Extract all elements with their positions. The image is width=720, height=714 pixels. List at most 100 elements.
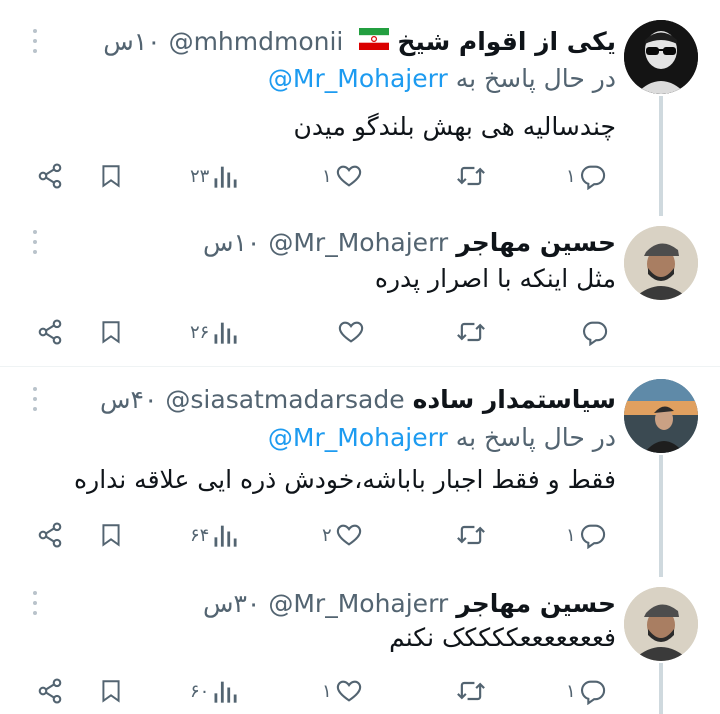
- share-button[interactable]: [36, 673, 64, 709]
- timestamp[interactable]: ۴۰س: [100, 385, 157, 414]
- heart-icon: [336, 524, 361, 546]
- bookmark-icon: [102, 165, 120, 188]
- tweet-header: سیاستمدار ساده @siasatmadarsade ۴۰س: [100, 383, 616, 415]
- bookmark-icon: [102, 321, 120, 344]
- tweet-text: چندسالیه هی بهش بلندگو میدن: [293, 112, 616, 141]
- share-button[interactable]: [36, 158, 64, 194]
- reply-icon: [580, 680, 605, 705]
- heart-icon: [336, 680, 361, 702]
- tweet-header: یکی از اقوام شیخ @mhmdmonii ۱۰س: [103, 25, 616, 57]
- like-button[interactable]: [334, 314, 366, 350]
- share-button[interactable]: [36, 314, 64, 350]
- timestamp[interactable]: ۱۰س: [103, 27, 160, 56]
- bookmark-button[interactable]: [98, 314, 124, 350]
- tweet-header: حسین مهاجر @Mr_Mohajerr ۱۰س: [203, 226, 616, 258]
- mention-link[interactable]: @Mr_Mohajerr: [268, 423, 448, 452]
- retweet-icon: [457, 322, 485, 342]
- views-count: ۶۴: [190, 524, 210, 546]
- views-icon: [214, 322, 237, 344]
- views-icon: [214, 525, 237, 547]
- retweet-button[interactable]: [455, 673, 487, 709]
- bookmark-icon: [102, 680, 120, 703]
- views-count: ۶۰: [190, 680, 210, 702]
- replies-count: ۱: [566, 524, 576, 546]
- tweet-actions: ۲۶: [0, 314, 640, 350]
- display-name[interactable]: حسین مهاجر: [456, 589, 616, 618]
- tweet-actions: ۶۴ ۲ ۱: [0, 517, 640, 553]
- retweet-button[interactable]: [455, 158, 487, 194]
- reply-button[interactable]: ۱: [566, 673, 608, 709]
- likes-count: ۱: [322, 165, 332, 187]
- tweet[interactable]: حسین مهاجر @Mr_Mohajerr ۱۰س مثل اینکه با…: [0, 210, 720, 366]
- user-handle[interactable]: @Mr_Mohajerr: [268, 589, 448, 618]
- more-options-icon[interactable]: [30, 26, 40, 56]
- avatar[interactable]: [624, 226, 698, 300]
- avatar[interactable]: [624, 379, 698, 453]
- tweet-text: فقط و فقط اجبار باباشه،خودش ذره ایی علاق…: [74, 465, 616, 494]
- bookmark-button[interactable]: [98, 517, 124, 553]
- reply-icon: [582, 321, 608, 346]
- like-button[interactable]: ۱: [322, 673, 364, 709]
- like-button[interactable]: ۲: [322, 517, 364, 553]
- thread-line: [659, 663, 663, 714]
- more-options-icon[interactable]: [30, 588, 40, 618]
- display-name[interactable]: حسین مهاجر: [456, 228, 616, 257]
- more-options-icon[interactable]: [30, 384, 40, 414]
- replying-to-label: در حال پاسخ به: [455, 64, 616, 93]
- timestamp[interactable]: ۳۰س: [203, 589, 260, 618]
- user-handle[interactable]: @mhmdmonii: [169, 27, 344, 56]
- mention-link[interactable]: @Mr_Mohajerr: [268, 64, 448, 93]
- replies-count: ۱: [566, 165, 576, 187]
- reply-button[interactable]: [578, 314, 610, 350]
- share-icon: [38, 522, 62, 548]
- tweet[interactable]: سیاستمدار ساده @siasatmadarsade ۴۰س در ح…: [0, 367, 720, 577]
- bookmark-button[interactable]: [98, 158, 124, 194]
- views-button[interactable]: ۲۶: [190, 314, 239, 350]
- tweet-actions: ۶۰ ۱ ۱: [0, 673, 640, 709]
- views-button[interactable]: ۶۴: [190, 517, 239, 553]
- retweet-button[interactable]: [455, 517, 487, 553]
- retweet-icon: [457, 525, 485, 545]
- reply-button[interactable]: ۱: [566, 158, 608, 194]
- tweet-actions: ۲۳ ۱ ۱: [0, 158, 640, 194]
- share-button[interactable]: [36, 517, 64, 553]
- thread-line: [659, 96, 663, 216]
- tweet-text: فعععععععککککک نکنم: [389, 623, 616, 652]
- avatar[interactable]: [624, 20, 698, 94]
- like-button[interactable]: ۱: [322, 158, 364, 194]
- tweet[interactable]: یکی از اقوام شیخ @mhmdmonii ۱۰س در حال پ…: [0, 0, 720, 216]
- replying-to: در حال پاسخ به @Mr_Mohajerr: [268, 423, 616, 452]
- reply-icon: [580, 165, 605, 190]
- reply-icon: [580, 524, 605, 549]
- tweet[interactable]: حسین مهاجر @Mr_Mohajerr ۳۰س فعععععععکککک…: [0, 573, 720, 714]
- tweet-header: حسین مهاجر @Mr_Mohajerr ۳۰س: [203, 587, 616, 619]
- display-name[interactable]: یکی از اقوام شیخ: [397, 27, 616, 56]
- share-icon: [38, 163, 62, 189]
- likes-count: ۱: [322, 680, 332, 702]
- timestamp[interactable]: ۱۰س: [203, 228, 260, 257]
- replying-to: در حال پاسخ به @Mr_Mohajerr: [268, 64, 616, 93]
- share-icon: [38, 678, 62, 704]
- retweet-button[interactable]: [455, 314, 487, 350]
- views-button[interactable]: ۶۰: [190, 673, 239, 709]
- views-button[interactable]: ۲۳: [190, 158, 239, 194]
- user-handle[interactable]: @siasatmadarsade: [165, 385, 404, 414]
- retweet-icon: [457, 681, 485, 701]
- display-name[interactable]: سیاستمدار ساده: [413, 385, 616, 414]
- avatar[interactable]: [624, 587, 698, 661]
- user-handle[interactable]: @Mr_Mohajerr: [268, 228, 448, 257]
- bookmark-icon: [102, 524, 120, 547]
- tweet-text: مثل اینکه با اصرار پدره: [374, 264, 616, 293]
- reply-button[interactable]: ۱: [566, 517, 608, 553]
- share-icon: [38, 319, 62, 345]
- views-count: ۲۳: [190, 165, 210, 187]
- replies-count: ۱: [566, 680, 576, 702]
- more-options-icon[interactable]: [30, 227, 40, 257]
- bookmark-button[interactable]: [98, 673, 124, 709]
- views-icon: [214, 166, 237, 188]
- thread-line: [659, 455, 663, 577]
- replying-to-label: در حال پاسخ به: [455, 423, 616, 452]
- retweet-icon: [457, 166, 485, 186]
- views-icon: [214, 681, 237, 703]
- heart-icon: [338, 321, 364, 343]
